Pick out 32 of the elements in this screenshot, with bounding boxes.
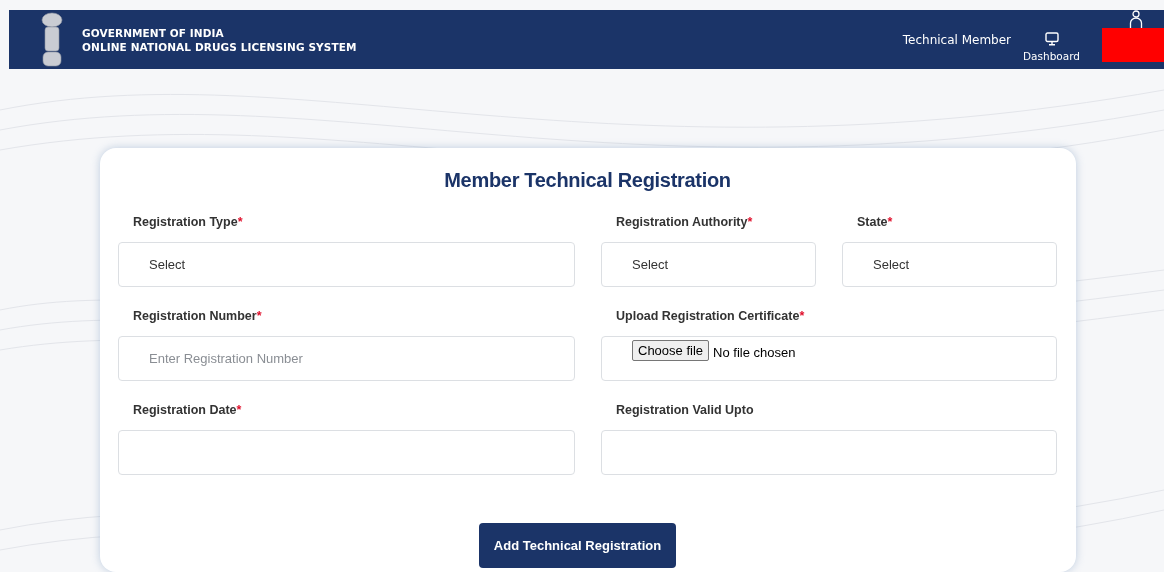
required-mark: * (887, 215, 893, 231)
monitor-icon (1044, 31, 1059, 46)
file-field[interactable]: Choose file No file chosen (601, 336, 1057, 381)
site-subtitle: ONLINE NATIONAL DRUGS LICENSING SYSTEM (82, 39, 357, 54)
input-field[interactable] (118, 430, 575, 475)
select-field[interactable]: Select (601, 242, 816, 287)
required-mark: * (236, 403, 242, 419)
field-label: Registration Date (133, 403, 237, 419)
user-icon[interactable] (1129, 10, 1143, 30)
add-registration-button[interactable]: Add Technical Registration (479, 523, 676, 568)
user-role: Technical Member (902, 32, 1012, 47)
input-field[interactable]: Enter Registration Number (118, 336, 575, 381)
select-field[interactable]: Select (118, 242, 575, 287)
required-mark: * (799, 309, 805, 325)
dashboard-link[interactable]: Dashboard (1023, 49, 1080, 62)
required-mark: * (747, 215, 753, 231)
form-title: Member Technical Registration (444, 169, 731, 192)
select-field[interactable]: Select (842, 242, 1057, 287)
field-label: Registration Number (133, 309, 257, 325)
field-label: Registration Authority (616, 215, 748, 231)
required-mark: * (237, 215, 243, 231)
required-mark: * (256, 309, 262, 325)
input-field[interactable] (601, 430, 1057, 475)
site-title: GOVERNMENT OF INDIA (82, 25, 225, 40)
field-label: Upload Registration Certificate (616, 309, 800, 325)
field-label: State (857, 215, 888, 231)
field-label: Registration Type (133, 215, 238, 231)
redaction-box (1102, 28, 1164, 62)
choose-file-button[interactable]: Choose file (632, 340, 710, 361)
file-status: No file chosen (713, 345, 796, 360)
field-label: Registration Valid Upto (616, 403, 754, 419)
emblem-icon (40, 11, 64, 68)
